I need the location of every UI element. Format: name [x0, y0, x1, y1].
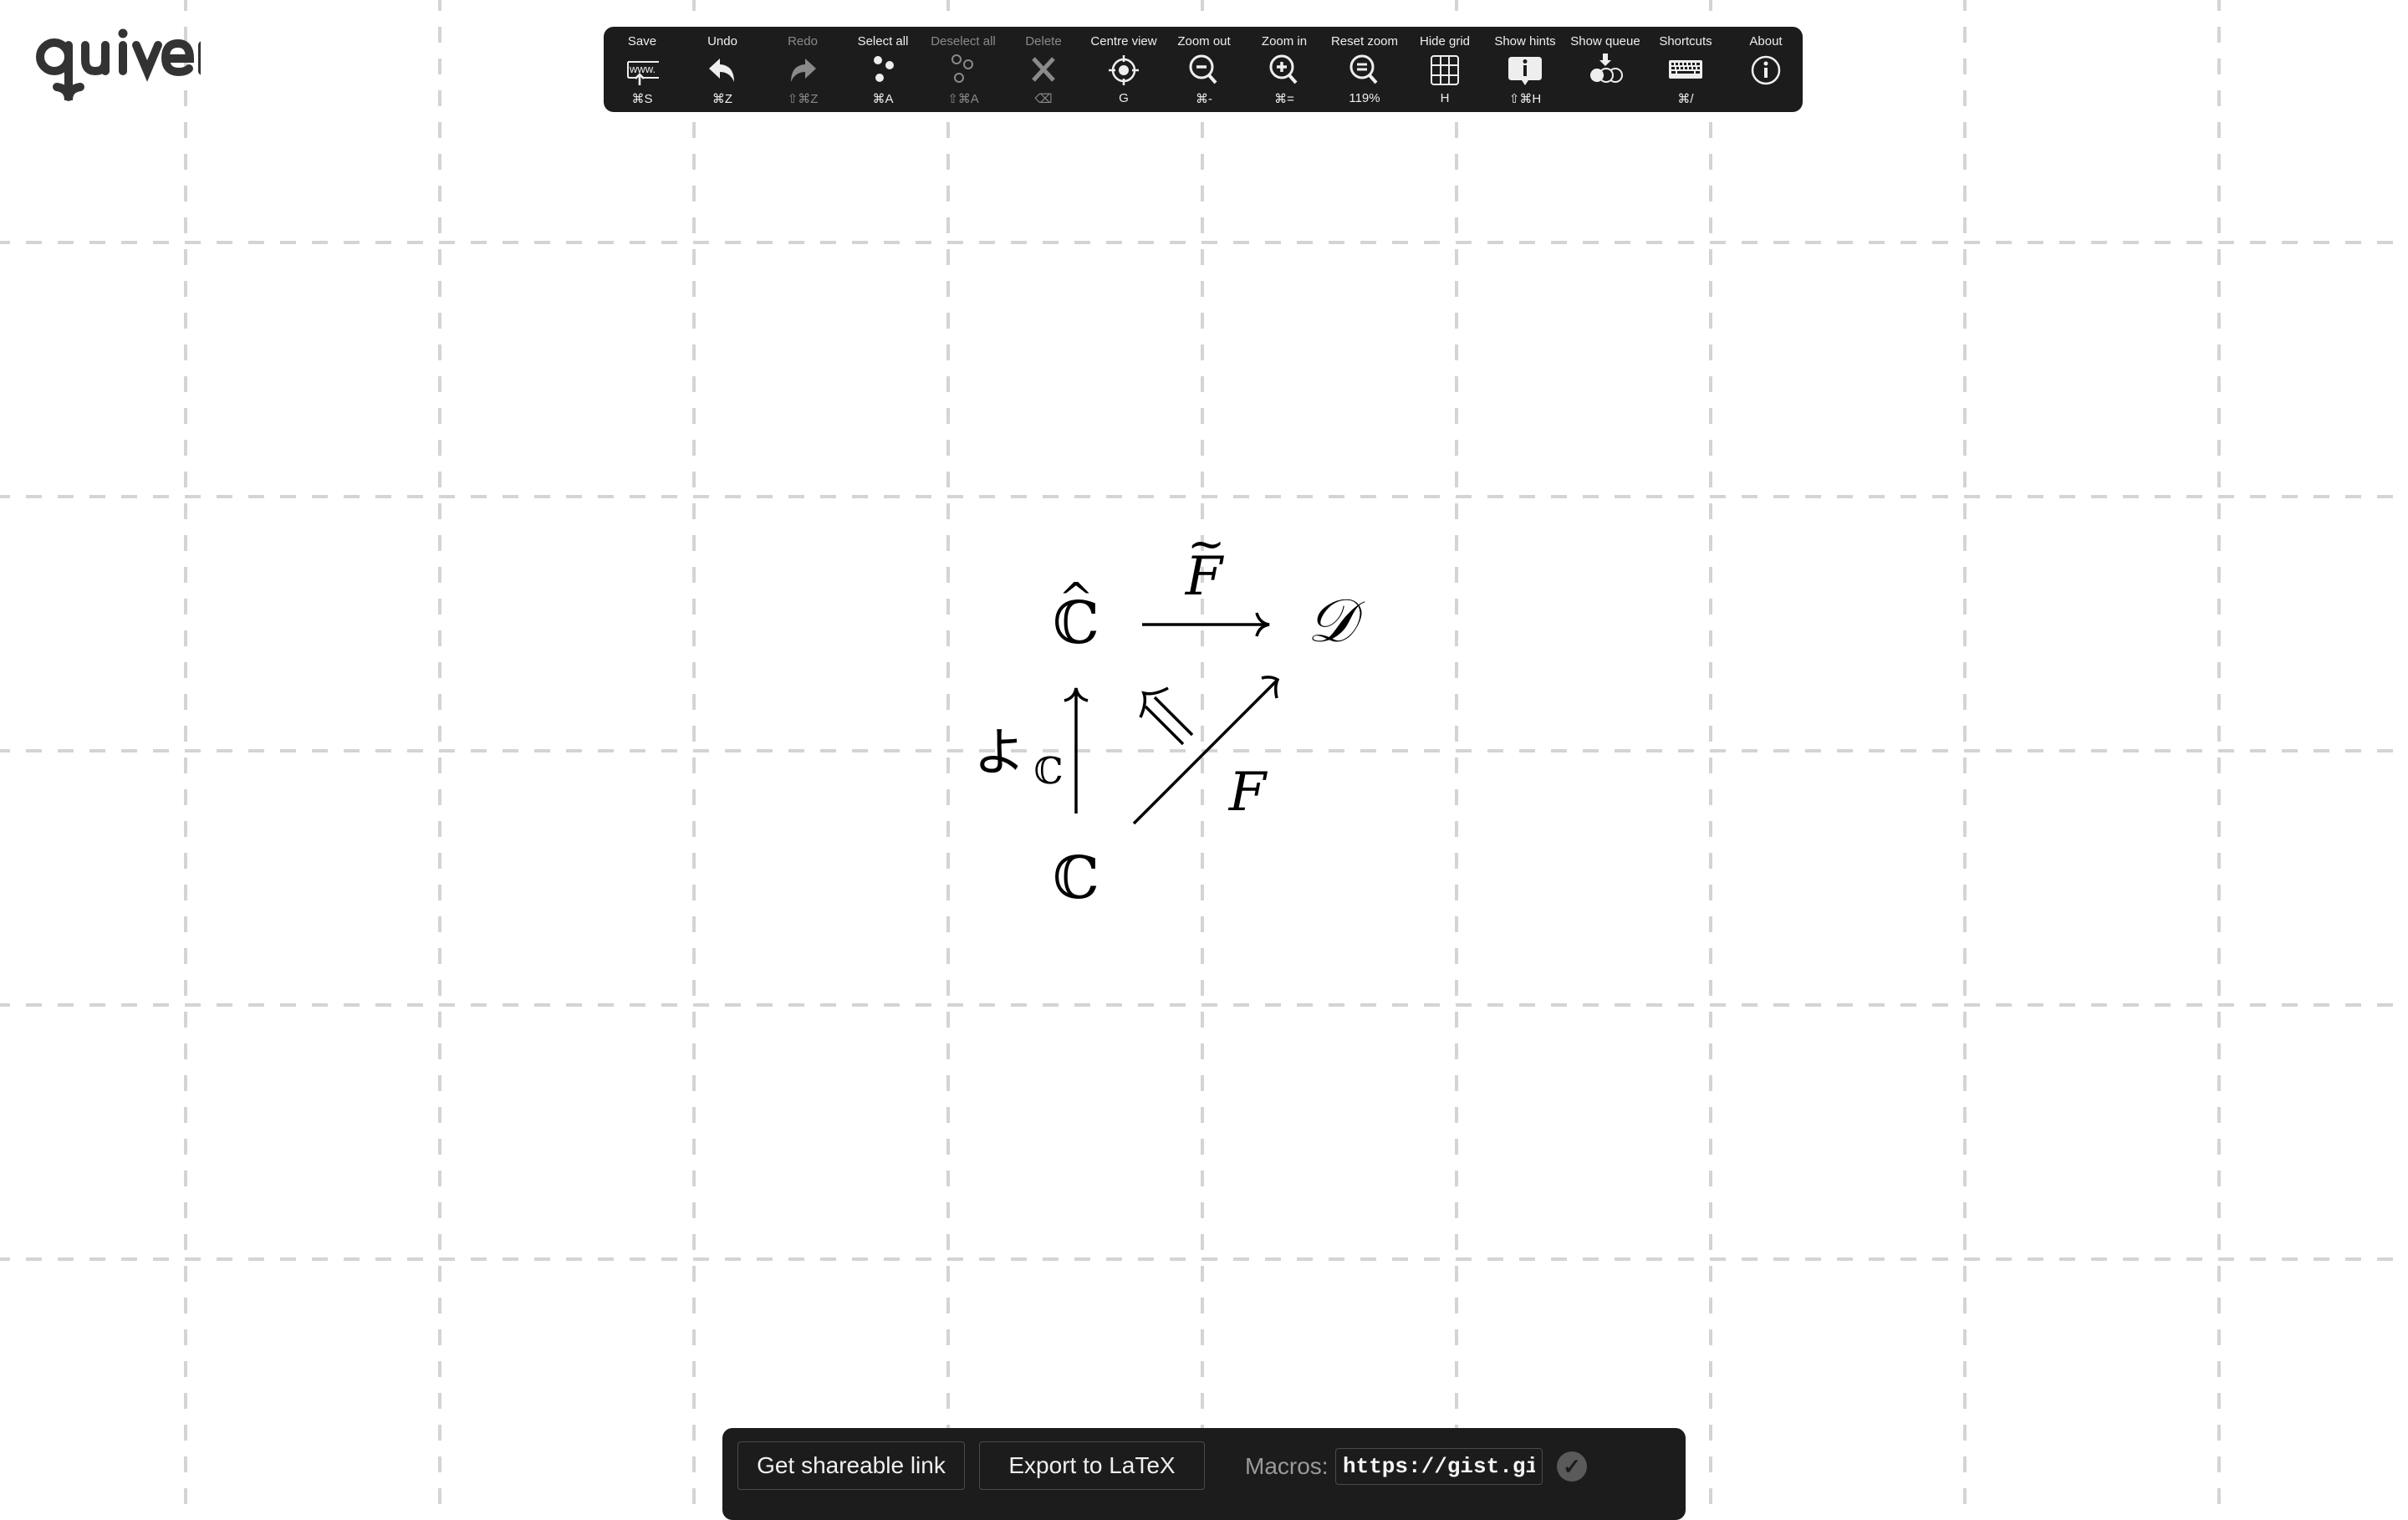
tilde-accent: ~ — [1187, 518, 1226, 570]
label-yoneda[interactable]: よℂ — [973, 726, 1063, 790]
macros-load-check-icon[interactable]: ✓ — [1557, 1451, 1587, 1482]
toolbar-show-queue-button[interactable]: Show queue — [1565, 27, 1645, 112]
undo-icon — [706, 54, 739, 87]
node-c[interactable]: ℂ — [1053, 849, 1099, 907]
toolbar-centre-view-shortcut: G — [1119, 91, 1129, 105]
grid-icon — [1428, 54, 1462, 87]
toolbar-show-hints-button[interactable]: Show hints ⇧⌘H — [1485, 27, 1565, 112]
diagram-canvas[interactable]: ℂ ^ 𝒟 ℂ F ~ よℂ F — [0, 0, 2408, 1505]
get-shareable-link-button[interactable]: Get shareable link — [737, 1441, 965, 1490]
toolbar-select-all-button[interactable]: Select all ⌘A — [843, 27, 923, 112]
export-to-latex-button[interactable]: Export to LaTeX — [979, 1441, 1205, 1490]
deselect-all-icon — [946, 54, 980, 87]
delete-icon — [1027, 54, 1060, 87]
diagram-arrows — [1064, 612, 1280, 825]
hints-icon — [1508, 54, 1542, 87]
macros-url-input[interactable] — [1335, 1448, 1543, 1485]
save-url-icon: www. — [625, 54, 659, 87]
toolbar-deselect-all-button[interactable]: Deselect all ⇧⌘A — [923, 27, 1003, 112]
queue-icon — [1589, 54, 1623, 87]
quiver-logo — [25, 23, 220, 107]
centre-view-icon — [1107, 54, 1140, 87]
toolbar-show-hints-shortcut: ⇧⌘H — [1508, 92, 1542, 106]
toolbar-hide-grid-shortcut: H — [1440, 91, 1450, 105]
toolbar: Save www. ⌘S Undo ⌘Z Redo ⇧⌘Z Select all… — [604, 27, 1803, 112]
toolbar-deselect-all-shortcut: ⇧⌘A — [947, 92, 979, 106]
toolbar-zoom-in-button[interactable]: Zoom in ⌘= — [1244, 27, 1324, 112]
toolbar-delete-shortcut: ⌫ — [1034, 92, 1053, 106]
arrow-yoneda[interactable] — [1064, 687, 1089, 814]
toolbar-zoom-out-button[interactable]: Zoom out ⌘- — [1164, 27, 1244, 112]
toolbar-save-shortcut: ⌘S — [631, 92, 653, 106]
toolbar-shortcuts-shortcut: ⌘/ — [1677, 92, 1694, 106]
toolbar-about-label: About — [1749, 34, 1783, 48]
keyboard-icon — [1669, 54, 1702, 87]
toolbar-undo-shortcut: ⌘Z — [712, 92, 733, 106]
arrow-ftilde[interactable] — [1142, 612, 1270, 637]
redo-icon — [786, 54, 819, 87]
zoom-out-icon — [1187, 54, 1221, 87]
toolbar-centre-view-button[interactable]: Centre view G — [1084, 27, 1164, 112]
two-cell-arrow[interactable] — [1139, 686, 1194, 746]
select-all-icon — [866, 54, 900, 87]
toolbar-undo-button[interactable]: Undo ⌘Z — [682, 27, 763, 112]
toolbar-save-button[interactable]: Save www. ⌘S — [602, 27, 682, 112]
svg-text:www.: www. — [629, 63, 656, 75]
label-f[interactable]: F — [1229, 766, 1266, 819]
export-bar: Get shareable link Export to LaTeX Macro… — [722, 1428, 1686, 1520]
reset-zoom-icon — [1348, 54, 1381, 87]
toolbar-zoom-level: 119% — [1349, 91, 1380, 105]
toolbar-select-all-shortcut: ⌘A — [872, 92, 894, 106]
toolbar-zoom-out-shortcut: ⌘- — [1196, 92, 1212, 106]
label-yoneda-subscript: ℂ — [1033, 750, 1064, 793]
label-yoneda-text: よ — [973, 722, 1026, 783]
toolbar-shortcuts-button[interactable]: Shortcuts ⌘/ — [1645, 27, 1726, 112]
toolbar-redo-shortcut: ⇧⌘Z — [787, 92, 819, 106]
toolbar-hide-grid-button[interactable]: Hide grid H — [1405, 27, 1485, 112]
quiver-logo-mark — [36, 28, 220, 101]
node-d[interactable]: 𝒟 — [1307, 590, 1354, 650]
toolbar-about-button[interactable]: About — [1726, 27, 1806, 112]
zoom-in-icon — [1268, 54, 1301, 87]
toolbar-redo-button[interactable]: Redo ⇧⌘Z — [763, 27, 843, 112]
node-c-hat[interactable]: ℂ ^ — [1053, 577, 1099, 652]
info-icon — [1749, 54, 1783, 87]
macros-label: Macros: — [1245, 1453, 1329, 1479]
toolbar-zoom-in-shortcut: ⌘= — [1274, 92, 1294, 106]
hat-accent: ^ — [1059, 574, 1094, 622]
toolbar-delete-button[interactable]: Delete ⌫ — [1003, 27, 1084, 112]
label-ftilde[interactable]: F ~ — [1186, 522, 1225, 604]
toolbar-reset-zoom-button[interactable]: Reset zoom 119% — [1324, 27, 1405, 112]
